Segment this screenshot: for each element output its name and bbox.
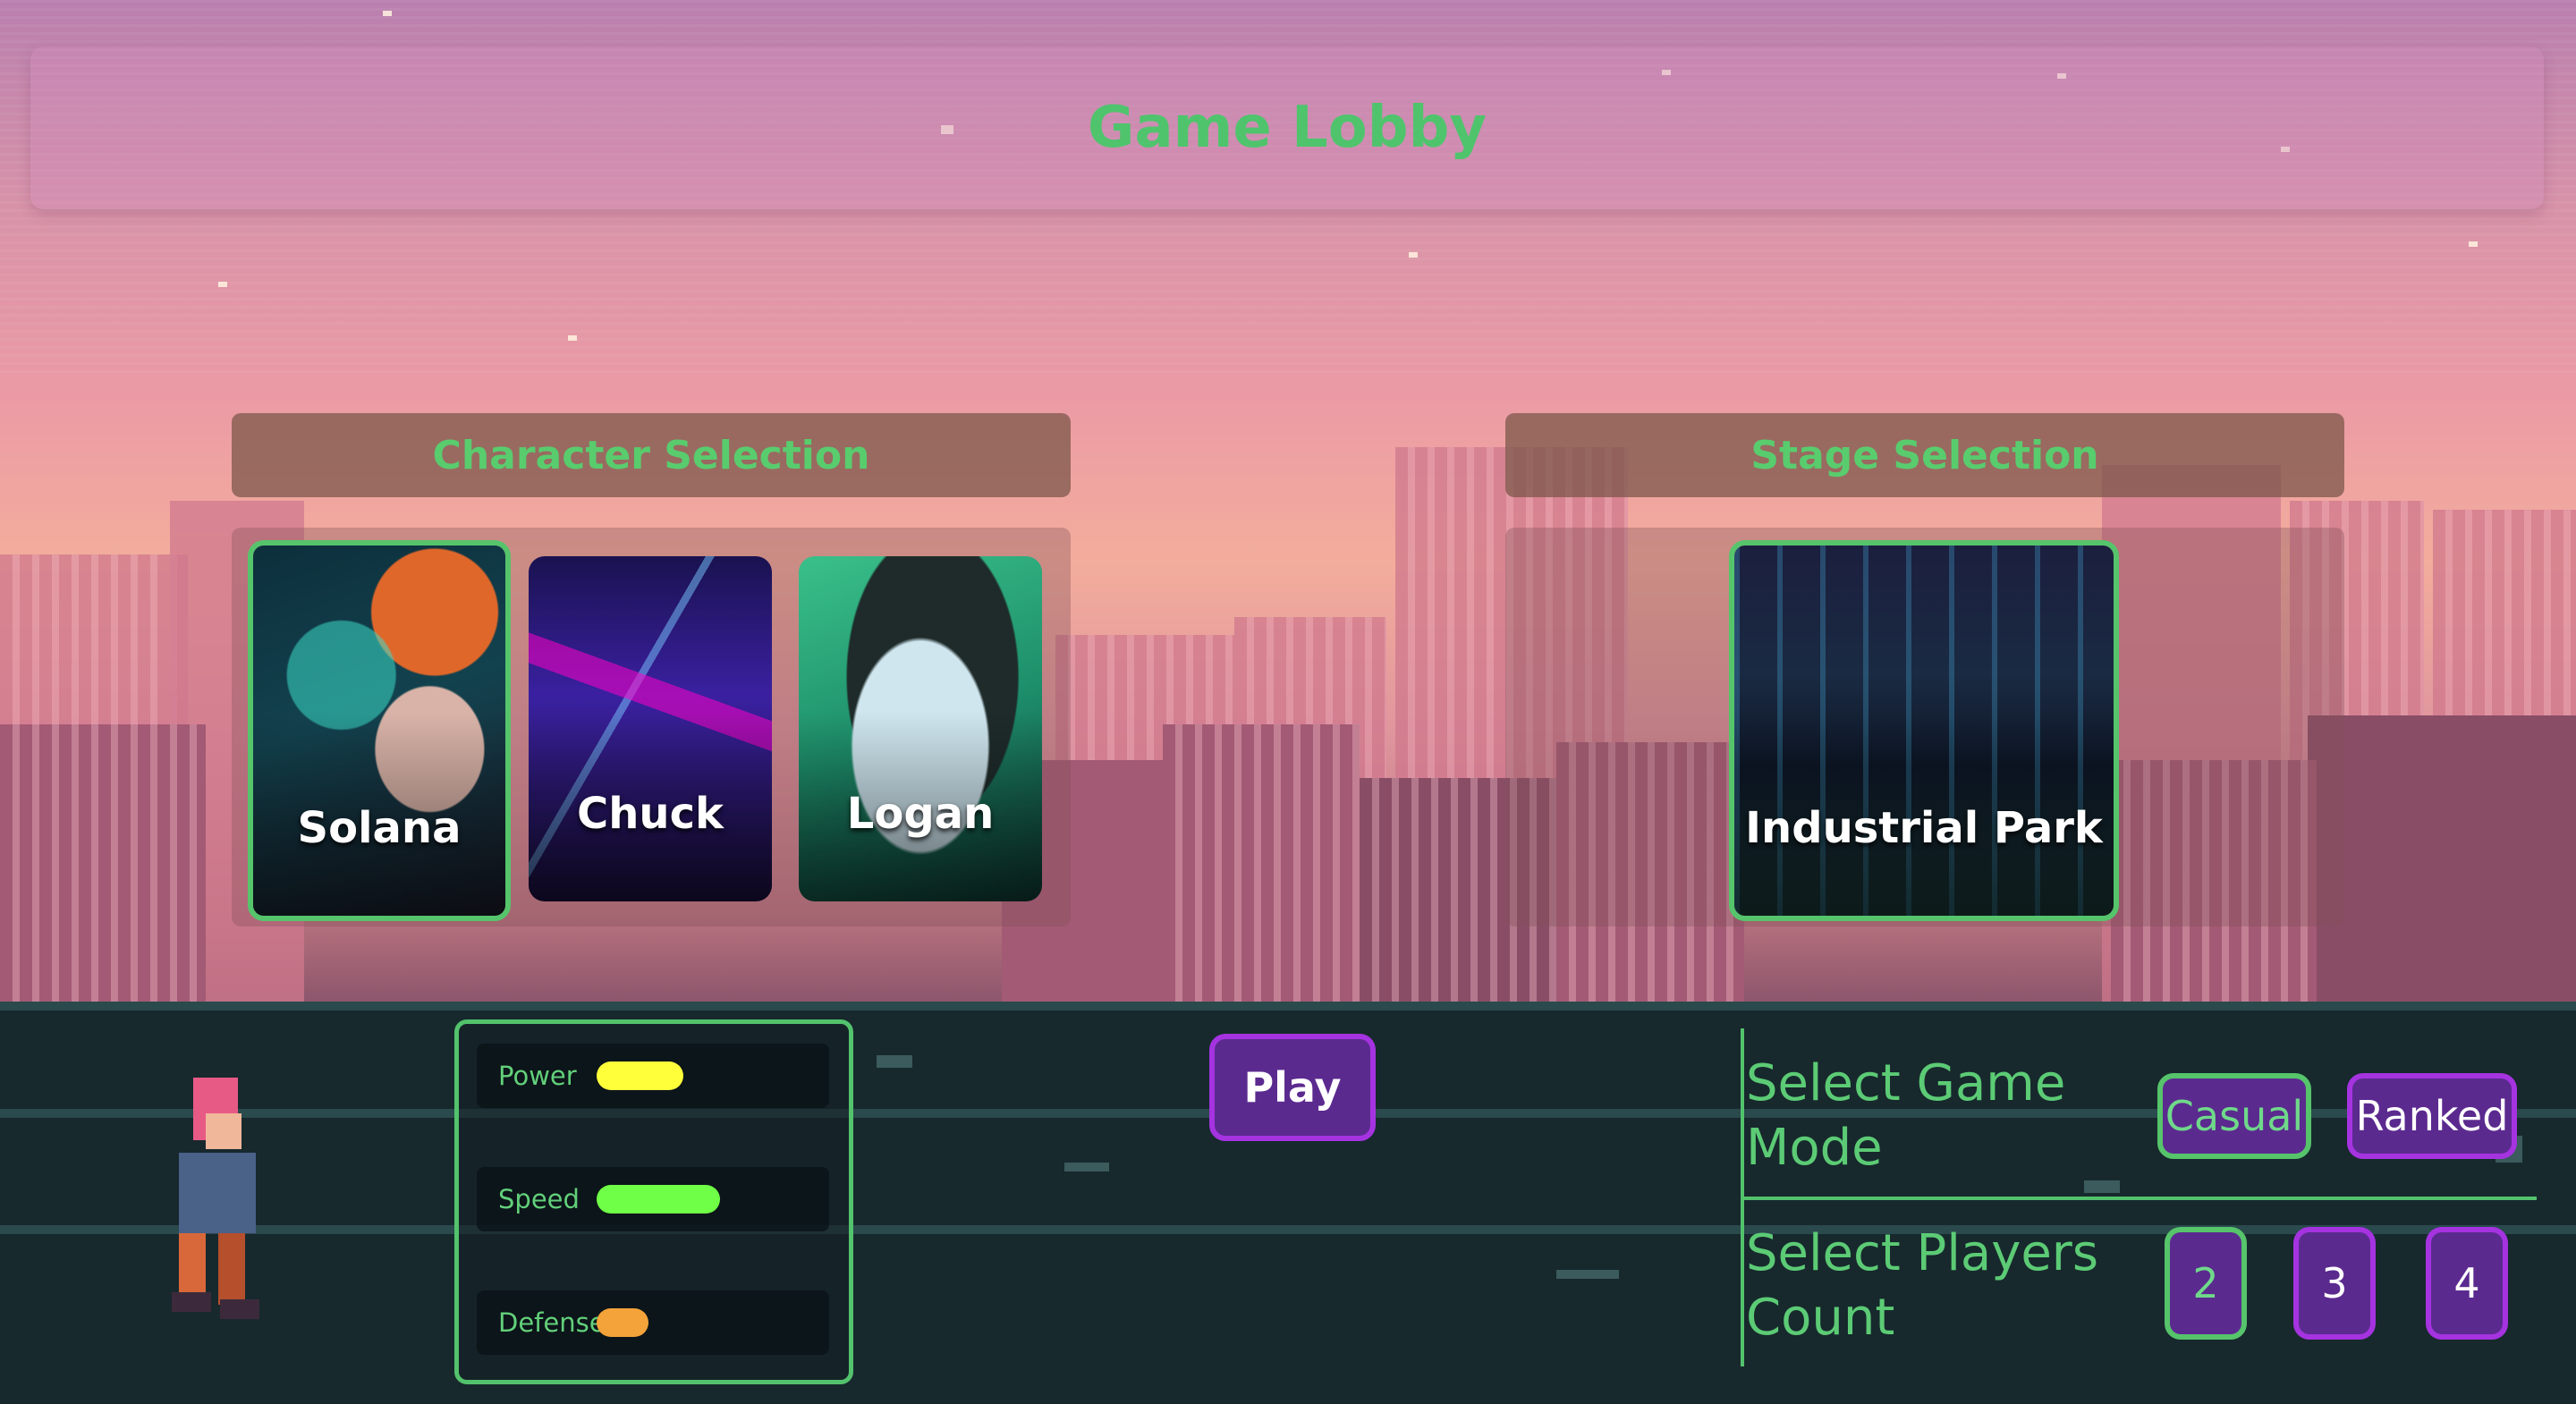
stat-bar-speed bbox=[597, 1185, 720, 1214]
window bbox=[2084, 1180, 2120, 1193]
card-shade bbox=[253, 546, 505, 916]
star bbox=[1409, 252, 1418, 258]
stage-card-industrial-park[interactable]: Industrial Park bbox=[1729, 540, 2119, 921]
stat-speed: Speed bbox=[477, 1167, 829, 1231]
star bbox=[218, 282, 227, 287]
sprite-boot bbox=[172, 1292, 211, 1312]
stat-label: Power bbox=[498, 1061, 577, 1091]
star bbox=[2469, 241, 2478, 247]
card-shade bbox=[1734, 546, 2114, 916]
sprite-leg bbox=[179, 1233, 206, 1296]
sprite-leg bbox=[218, 1233, 245, 1305]
stat-label: Defense bbox=[498, 1307, 606, 1338]
sprite-boot bbox=[220, 1299, 259, 1319]
mode-ranked-button[interactable]: Ranked bbox=[2347, 1073, 2517, 1159]
character-selection-title: Character Selection bbox=[432, 432, 870, 478]
star bbox=[383, 11, 392, 16]
stage-selection-header: Stage Selection bbox=[1505, 413, 2344, 497]
character-selection-header: Character Selection bbox=[232, 413, 1071, 497]
character-sprite bbox=[152, 1078, 277, 1319]
stage-name: Industrial Park bbox=[1745, 803, 2103, 853]
stage-selection-title: Stage Selection bbox=[1750, 432, 2099, 478]
window bbox=[1064, 1163, 1109, 1171]
players-4-button[interactable]: 4 bbox=[2426, 1227, 2508, 1340]
stat-bar-defense bbox=[597, 1308, 648, 1337]
star bbox=[568, 335, 577, 341]
lobby-header: Game Lobby bbox=[30, 47, 2544, 209]
options-divider-horizontal bbox=[1741, 1197, 2537, 1200]
window bbox=[877, 1055, 912, 1068]
card-shade bbox=[529, 556, 772, 901]
play-button[interactable]: Play bbox=[1209, 1034, 1376, 1141]
stat-power: Power bbox=[477, 1044, 829, 1108]
character-stats-panel: Power Speed Defense bbox=[454, 1019, 853, 1384]
character-card-chuck[interactable]: Chuck bbox=[529, 556, 772, 901]
players-3-button[interactable]: 3 bbox=[2293, 1227, 2376, 1340]
game-mode-label: Select Game Mode bbox=[1746, 1054, 2066, 1177]
character-name: Chuck bbox=[577, 789, 724, 839]
card-shade bbox=[799, 556, 1042, 901]
page-title: Game Lobby bbox=[1087, 95, 1487, 161]
stat-label: Speed bbox=[498, 1184, 580, 1214]
rail bbox=[0, 1002, 2576, 1011]
character-card-solana[interactable]: Solana bbox=[248, 540, 511, 921]
character-name: Logan bbox=[846, 789, 995, 839]
sprite-body bbox=[179, 1153, 256, 1233]
mode-casual-button[interactable]: Casual bbox=[2157, 1073, 2311, 1159]
stat-defense: Defense bbox=[477, 1290, 829, 1355]
players-2-button[interactable]: 2 bbox=[2165, 1227, 2247, 1340]
character-card-logan[interactable]: Logan bbox=[799, 556, 1042, 901]
window bbox=[1556, 1270, 1619, 1279]
sprite-face bbox=[206, 1113, 242, 1149]
character-name: Solana bbox=[297, 803, 462, 853]
players-count-label: Select Players Count bbox=[1746, 1224, 2098, 1347]
stat-bar-power bbox=[597, 1061, 683, 1090]
